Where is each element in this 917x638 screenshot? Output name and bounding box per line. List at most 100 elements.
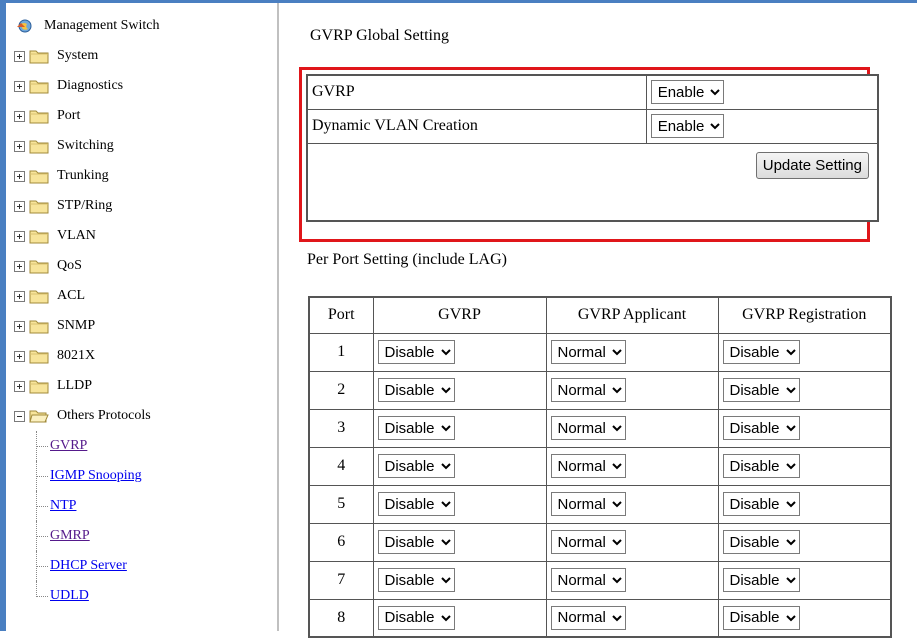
link-gmrp[interactable]: GMRP — [50, 528, 90, 544]
sidebar-item-label: SNMP — [57, 318, 96, 333]
table-row: 7 Disable Normal Disable — [308, 560, 892, 600]
gvrp-port-select[interactable]: Disable — [377, 340, 455, 364]
gvrp-port-select[interactable]: Disable — [377, 605, 455, 630]
registration-select[interactable]: Disable — [722, 416, 800, 440]
applicant-select[interactable]: Normal — [550, 568, 626, 592]
port-number: 7 — [308, 560, 374, 600]
sidebar-item-stp-ring[interactable]: STP/Ring — [6, 191, 277, 221]
sidebar-item-label: ACL — [57, 288, 85, 303]
folder-icon — [29, 350, 49, 363]
table-row: 4 Disable Normal Disable — [308, 446, 892, 486]
sidebar-item-acl[interactable]: ACL — [6, 281, 277, 311]
tree-branch — [36, 535, 48, 537]
sidebar-item-lldp[interactable]: LLDP — [6, 371, 277, 401]
port-number: 5 — [308, 484, 374, 524]
table-row: 5 Disable Normal Disable — [308, 484, 892, 524]
sidebar-item-diagnostics[interactable]: Diagnostics — [6, 71, 277, 101]
applicant-select[interactable]: Normal — [550, 492, 626, 516]
port-number: 6 — [308, 522, 374, 562]
tree-connector — [36, 551, 37, 581]
expand-icon[interactable] — [14, 110, 25, 122]
gvrp-port-select[interactable]: Disable — [377, 454, 455, 478]
row-label: Dynamic VLAN Creation — [306, 108, 647, 144]
gvrp-port-select[interactable]: Disable — [377, 568, 455, 592]
sidebar-item-port[interactable]: Port — [6, 101, 277, 131]
per-port-table: Port GVRP GVRP Applicant GVRP Registrati… — [308, 296, 892, 638]
sidebar-item-qos[interactable]: QoS — [6, 251, 277, 281]
gvrp-port-select[interactable]: Disable — [377, 416, 455, 440]
sidebar-item-8021x[interactable]: 8021X — [6, 341, 277, 371]
sidebar-item-switching[interactable]: Switching — [6, 131, 277, 161]
expand-icon[interactable] — [14, 320, 25, 332]
sidebar-item-label: STP/Ring — [57, 198, 113, 213]
sidebar-item-vlan[interactable]: VLAN — [6, 221, 277, 251]
sidebar-item-trunking[interactable]: Trunking — [6, 161, 277, 191]
port-number: 1 — [308, 332, 374, 372]
dynamic-vlan-select[interactable]: Enable — [650, 114, 724, 138]
folder-icon — [29, 110, 49, 123]
tree-connector — [36, 521, 37, 551]
link-igmp-snooping[interactable]: IGMP Snooping — [50, 468, 142, 484]
expand-icon[interactable] — [14, 50, 25, 62]
sidebar-item-snmp[interactable]: SNMP — [6, 311, 277, 341]
sidebar-item-label: Trunking — [57, 168, 109, 183]
gvrp-select[interactable]: Enable — [650, 80, 724, 105]
expand-icon[interactable] — [14, 80, 25, 92]
column-header: Port — [308, 296, 374, 334]
expand-icon[interactable] — [14, 140, 25, 152]
folder-icon — [29, 140, 49, 153]
registration-select[interactable]: Disable — [722, 340, 800, 364]
registration-select[interactable]: Disable — [722, 530, 800, 554]
gvrp-port-select[interactable]: Disable — [377, 530, 455, 554]
sidebar-subitem-gmrp: GMRP — [6, 521, 277, 551]
tree-root[interactable]: Management Switch — [6, 11, 277, 41]
sidebar-item-label: QoS — [57, 258, 82, 273]
applicant-select[interactable]: Normal — [550, 416, 626, 440]
applicant-select[interactable]: Normal — [550, 454, 626, 478]
sidebar-subitem-igmp-snooping: IGMP Snooping — [6, 461, 277, 491]
tree-connector — [36, 431, 37, 461]
link-dhcp-server[interactable]: DHCP Server — [50, 558, 127, 574]
table-row: 8 Disable Normal Disable — [308, 598, 892, 638]
expand-icon[interactable] — [14, 200, 25, 212]
tree-branch — [36, 565, 48, 567]
registration-select[interactable]: Disable — [722, 454, 800, 478]
tree-branch — [36, 505, 48, 507]
link-gvrp[interactable]: GVRP — [50, 438, 87, 454]
main-content: GVRP Global Setting GVRP Enable Dynamic … — [281, 3, 917, 638]
applicant-select[interactable]: Normal — [550, 530, 626, 554]
folder-icon — [29, 80, 49, 93]
registration-select[interactable]: Disable — [722, 378, 800, 402]
sidebar-item-system[interactable]: System — [6, 41, 277, 71]
sidebar-item-others-protocols[interactable]: Others Protocols — [6, 401, 277, 431]
applicant-select[interactable]: Normal — [550, 340, 626, 364]
expand-icon[interactable] — [14, 260, 25, 272]
collapse-icon[interactable] — [14, 410, 25, 422]
expand-icon[interactable] — [14, 230, 25, 242]
registration-select[interactable]: Disable — [722, 492, 800, 516]
dynamic-vlan-row: Dynamic VLAN Creation Enable — [306, 108, 879, 144]
sidebar-item-label: Port — [57, 108, 81, 123]
tree-branch — [36, 445, 48, 447]
per-port-title: Per Port Setting (include LAG) — [307, 251, 507, 268]
expand-icon[interactable] — [14, 170, 25, 182]
link-ntp[interactable]: NTP — [50, 498, 76, 514]
link-udld[interactable]: UDLD — [50, 588, 89, 604]
folder-icon — [29, 50, 49, 63]
expand-icon[interactable] — [14, 350, 25, 362]
registration-select[interactable]: Disable — [722, 568, 800, 592]
applicant-select[interactable]: Normal — [550, 378, 626, 402]
row-label: GVRP — [306, 74, 647, 110]
registration-select[interactable]: Disable — [722, 605, 800, 630]
gvrp-port-select[interactable]: Disable — [377, 378, 455, 402]
port-number: 8 — [308, 598, 374, 638]
globe-icon — [17, 19, 32, 33]
expand-icon[interactable] — [14, 290, 25, 302]
gvrp-port-select[interactable]: Disable — [377, 492, 455, 516]
folder-icon — [29, 290, 49, 303]
expand-icon[interactable] — [14, 380, 25, 392]
update-setting-button[interactable]: Update Setting — [755, 151, 869, 179]
table-row: 1 Disable Normal Disable — [308, 332, 892, 372]
sidebar-subitem-dhcp-server: DHCP Server — [6, 551, 277, 581]
applicant-select[interactable]: Normal — [550, 605, 626, 630]
